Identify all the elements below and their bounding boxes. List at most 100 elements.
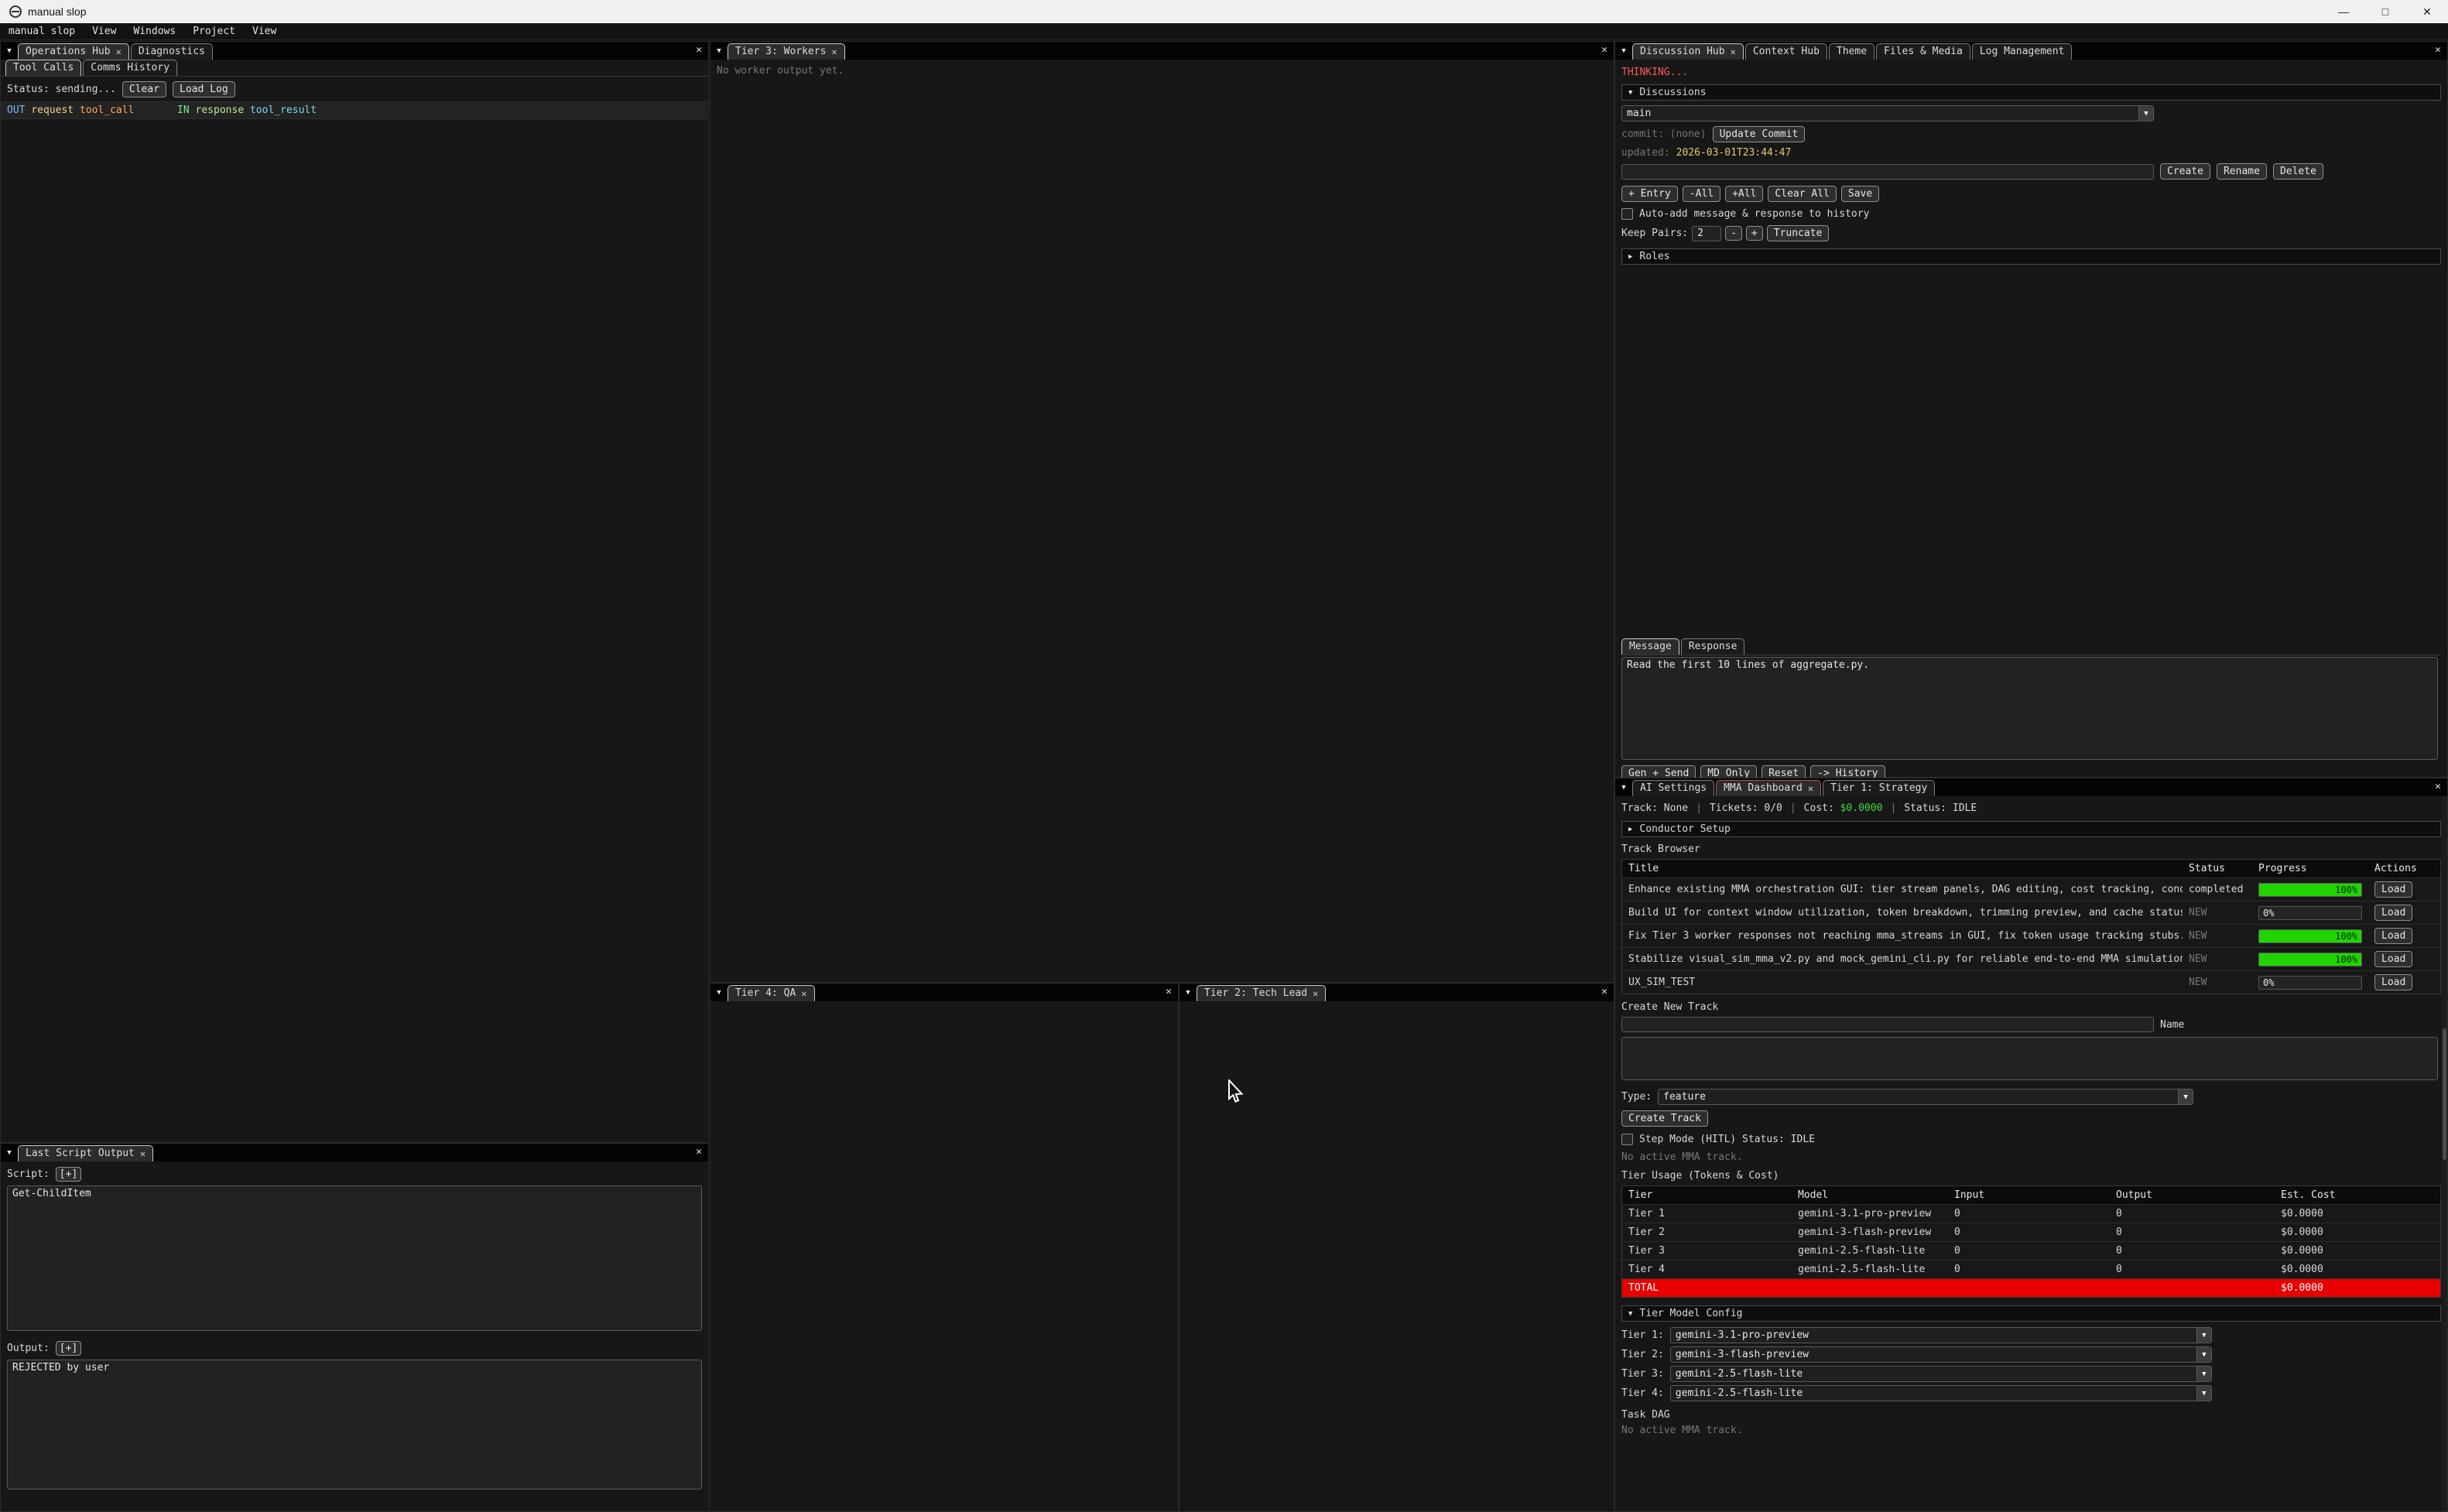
conductor-setup-header[interactable]: ▶ Conductor Setup <box>1621 821 2441 837</box>
window-menu-icon[interactable]: ▼ <box>1 1149 18 1157</box>
output-expand-button[interactable]: [+] <box>56 1341 81 1356</box>
dropdown-arrow-icon: ▼ <box>2196 1367 2211 1381</box>
keep-pairs-input[interactable] <box>1692 226 1721 241</box>
tier-model-config-header[interactable]: ▼ Tier Model Config <box>1621 1305 2441 1322</box>
close-icon[interactable]: ✕ <box>1808 783 1813 794</box>
tab-theme[interactable]: Theme <box>1829 43 1875 60</box>
discussion-name-input[interactable] <box>1621 164 2154 180</box>
tab-context-hub[interactable]: Context Hub <box>1745 43 1827 60</box>
roles-collapsible-header[interactable]: ▶ Roles <box>1621 248 2441 265</box>
menu-view[interactable]: View <box>84 26 125 37</box>
menu-windows[interactable]: Windows <box>125 26 184 37</box>
dropdown-arrow-icon: ▼ <box>2138 106 2153 121</box>
load-button[interactable]: Load <box>2374 905 2412 921</box>
load-log-button[interactable]: Load Log <box>173 81 235 97</box>
auto-add-checkbox[interactable] <box>1621 208 1633 220</box>
keep-pairs-plus-button[interactable]: + <box>1746 226 1763 241</box>
tab-tier4-qa[interactable]: Tier 4: QA ✕ <box>728 985 815 1001</box>
subtab-message[interactable]: Message <box>1621 638 1679 655</box>
message-textarea[interactable]: Read the first 10 lines of aggregate.py. <box>1621 657 2438 760</box>
close-icon[interactable]: ✕ <box>140 1148 146 1159</box>
close-icon[interactable]: ✕ <box>2435 781 2441 792</box>
close-icon[interactable]: ✕ <box>1166 986 1172 997</box>
close-icon[interactable]: ✕ <box>1601 44 1607 56</box>
tab-operations-hub[interactable]: Operations Hub ✕ <box>18 43 129 60</box>
update-commit-button[interactable]: Update Commit <box>1713 126 1806 142</box>
chevron-right-icon: ▶ <box>1628 253 1632 261</box>
create-button[interactable]: Create <box>2160 163 2210 180</box>
window-menu-icon[interactable]: ▼ <box>1 47 18 55</box>
tier2-model-select[interactable]: gemini-3-flash-preview ▼ <box>1670 1346 2212 1363</box>
window-menu-icon[interactable]: ▼ <box>1179 989 1197 997</box>
progress-bar: 0% <box>2258 976 2362 990</box>
close-icon[interactable]: ✕ <box>2435 44 2441 56</box>
table-row: Tier 3gemini-2.5-flash-lite 00 $0.0000 <box>1622 1241 2440 1260</box>
load-button[interactable]: Load <box>2374 928 2412 944</box>
tab-files-media[interactable]: Files & Media <box>1876 43 1970 60</box>
close-icon[interactable]: ✕ <box>801 988 806 999</box>
close-icon[interactable]: ✕ <box>696 1146 702 1158</box>
expand-all-button[interactable]: +All <box>1725 186 1763 202</box>
load-button[interactable]: Load <box>2374 951 2412 967</box>
tier4-model-select[interactable]: gemini-2.5-flash-lite ▼ <box>1670 1385 2212 1401</box>
subtab-response[interactable]: Response <box>1681 638 1745 655</box>
window-menu-icon[interactable]: ▼ <box>1615 784 1632 792</box>
menu-project[interactable]: Project <box>184 26 244 37</box>
close-icon[interactable]: ✕ <box>831 46 837 57</box>
track-type-select[interactable]: feature ▼ <box>1658 1089 2193 1105</box>
window-menu-icon[interactable]: ▼ <box>710 47 728 55</box>
collapse-all-button[interactable]: -All <box>1683 186 1720 202</box>
track-description-textarea[interactable] <box>1621 1037 2438 1080</box>
maximize-button[interactable]: □ <box>2364 0 2406 23</box>
delete-button[interactable]: Delete <box>2273 163 2323 180</box>
subtab-comms-history[interactable]: Comms History <box>83 60 177 76</box>
dropdown-arrow-icon: ▼ <box>2196 1347 2211 1362</box>
window-menu-icon[interactable]: ▼ <box>710 989 728 997</box>
close-icon[interactable]: ✕ <box>1731 46 1736 57</box>
clear-button[interactable]: Clear <box>122 81 166 97</box>
subtab-tool-calls[interactable]: Tool Calls <box>5 60 81 76</box>
tool-call-legend-row[interactable]: OUT request tool_call IN response tool_r… <box>1 101 708 119</box>
tier-usage-label: Tier Usage (Tokens & Cost) <box>1621 1170 2441 1182</box>
save-button[interactable]: Save <box>1841 186 1879 202</box>
load-button[interactable]: Load <box>2374 974 2412 990</box>
close-icon[interactable]: ✕ <box>1313 988 1318 999</box>
close-icon[interactable]: ✕ <box>1601 986 1607 997</box>
tier1-model-select[interactable]: gemini-3.1-pro-preview ▼ <box>1670 1327 2212 1343</box>
dropdown-arrow-icon: ▼ <box>2178 1090 2193 1104</box>
step-mode-label: Step Mode (HITL) Status: IDLE <box>1639 1134 1815 1145</box>
add-entry-button[interactable]: + Entry <box>1621 186 1678 202</box>
tab-tier3-workers[interactable]: Tier 3: Workers ✕ <box>728 43 845 60</box>
tab-discussion-hub[interactable]: Discussion Hub ✕ <box>1632 43 1744 60</box>
tier3-model-select[interactable]: gemini-2.5-flash-lite ▼ <box>1670 1366 2212 1382</box>
tab-mma-dashboard[interactable]: MMA Dashboard ✕ <box>1716 780 1821 796</box>
scrollbar[interactable] <box>2442 796 2447 1511</box>
menu-manual-slop[interactable]: manual slop <box>0 26 84 37</box>
tab-last-script-output[interactable]: Last Script Output ✕ <box>18 1145 153 1161</box>
menu-view-2[interactable]: View <box>244 26 285 37</box>
minimize-button[interactable]: — <box>2323 0 2364 23</box>
clear-all-button[interactable]: Clear All <box>1768 186 1836 202</box>
script-expand-button[interactable]: [+] <box>56 1167 81 1182</box>
track-name-input[interactable] <box>1621 1017 2154 1032</box>
scrollbar-thumb[interactable] <box>2443 1028 2446 1160</box>
keep-pairs-minus-button[interactable]: - <box>1725 226 1742 241</box>
tab-log-management[interactable]: Log Management <box>1972 43 2073 60</box>
tab-ai-settings[interactable]: AI Settings <box>1632 780 1714 796</box>
script-textarea[interactable]: Get-ChildItem <box>7 1185 702 1331</box>
create-track-button[interactable]: Create Track <box>1621 1110 1708 1127</box>
discussions-collapsible-header[interactable]: ▼ Discussions <box>1621 84 2441 101</box>
output-textarea[interactable]: REJECTED by user <box>7 1360 702 1490</box>
close-icon[interactable]: ✕ <box>116 46 122 57</box>
tab-diagnostics[interactable]: Diagnostics <box>131 43 213 60</box>
close-icon[interactable]: ✕ <box>696 44 702 56</box>
load-button[interactable]: Load <box>2374 881 2412 898</box>
close-button[interactable]: ✕ <box>2406 0 2448 23</box>
tab-tier2-tech-lead[interactable]: Tier 2: Tech Lead ✕ <box>1197 985 1326 1001</box>
discussion-select[interactable]: main ▼ <box>1621 105 2154 121</box>
step-mode-checkbox[interactable] <box>1621 1134 1633 1145</box>
rename-button[interactable]: Rename <box>2217 163 2267 180</box>
tab-tier1-strategy[interactable]: Tier 1: Strategy <box>1823 780 1935 796</box>
truncate-button[interactable]: Truncate <box>1767 225 1830 241</box>
window-menu-icon[interactable]: ▼ <box>1615 47 1632 55</box>
